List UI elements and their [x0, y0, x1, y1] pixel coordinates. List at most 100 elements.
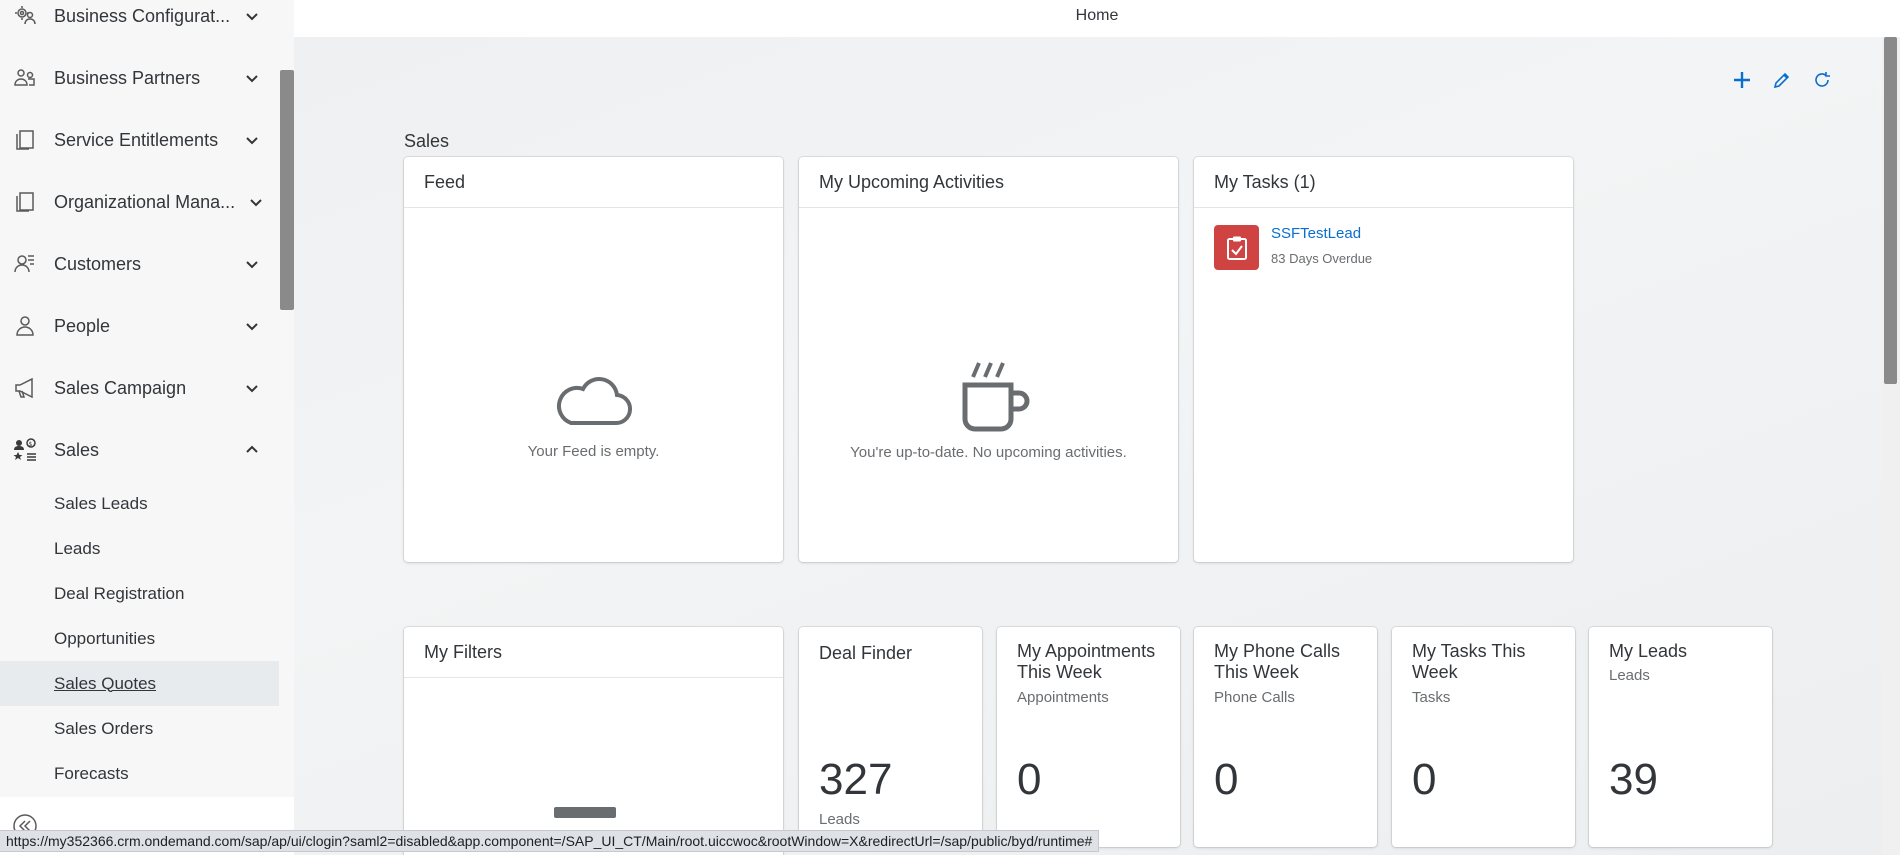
cloud-icon	[557, 377, 633, 426]
sidebar-subitem-sales-quotes[interactable]: Sales Quotes	[0, 661, 279, 706]
card-title: Feed	[424, 172, 466, 192]
card-header: Feed	[404, 157, 783, 208]
add-button[interactable]	[1727, 65, 1757, 95]
gear-people-icon	[12, 3, 38, 29]
sidebar-item-service-entitlements[interactable]: Service Entitlements	[0, 109, 279, 171]
sidebar-item-business-configuration[interactable]: Business Configurat...	[0, 0, 279, 47]
sidebar-nav: Business Configurat... Business Partners…	[0, 0, 279, 797]
edit-button[interactable]	[1767, 65, 1797, 95]
sidebar-subitem-sales-leads[interactable]: Sales Leads	[0, 481, 279, 526]
tile-number: 39	[1609, 755, 1658, 804]
documents-icon	[12, 189, 38, 215]
chevron-down-icon[interactable]	[243, 317, 261, 335]
sidebar-item-label: Sales	[54, 439, 100, 460]
sidebar-item-organizational-management[interactable]: Organizational Mana...	[0, 171, 279, 233]
tile-title: My Phone Calls This Week	[1214, 641, 1341, 682]
tile-subtitle: Tasks	[1412, 689, 1451, 706]
refresh-icon	[1815, 72, 1830, 87]
sidebar-item-sales[interactable]: $ Sales	[0, 419, 279, 481]
sidebar-subitem-sales-orders[interactable]: Sales Orders	[0, 706, 279, 751]
chevron-up-icon[interactable]	[243, 441, 261, 459]
sidebar-subitem-label: Opportunities	[54, 628, 156, 648]
tile-number: 0	[1214, 755, 1239, 804]
sidebar-item-sales-campaign[interactable]: Sales Campaign	[0, 357, 279, 419]
sidebar-subitem-opportunities[interactable]: Opportunities	[0, 616, 279, 661]
tile-subtitle: Appointments	[1017, 689, 1109, 706]
tile-number: 0	[1412, 755, 1437, 804]
empty-message: Your Feed is empty.	[527, 443, 660, 460]
top-bar: Home	[294, 0, 1900, 37]
sidebar-subitem-leads[interactable]: Leads	[0, 526, 279, 571]
phone-calls-tile[interactable]: My Phone Calls This Week Phone Calls 0	[1194, 627, 1377, 847]
card-header: My Filters	[404, 627, 783, 678]
main-scrollbar-thumb[interactable]	[1884, 37, 1897, 384]
section-title: Sales	[404, 131, 450, 151]
my-tasks-card[interactable]: My Tasks (1) SSFTestLead 83 Days Overdue	[1194, 157, 1573, 562]
my-leads-tile[interactable]: My Leads Leads 39	[1589, 627, 1772, 847]
sidebar-item-label: Sales Campaign	[54, 377, 187, 398]
task-clipboard-icon	[1214, 225, 1259, 270]
card-title: My Filters	[424, 642, 502, 662]
refresh-button[interactable]	[1807, 65, 1837, 95]
tile-number: 0	[1017, 755, 1042, 804]
sidebar-item-label: Customers	[54, 253, 142, 274]
sidebar-subitem-label: Sales Quotes	[54, 673, 157, 693]
feed-card[interactable]: Feed Your Feed is empty.	[404, 157, 783, 562]
deal-finder-tile[interactable]: Deal Finder 327 Leads	[799, 627, 982, 847]
tile-title: Deal Finder	[819, 643, 913, 663]
home-content: Sales Feed Your Feed is empty. My Upcomi…	[294, 37, 1882, 855]
sidebar-item-people[interactable]: People	[0, 295, 279, 357]
filter-icon	[554, 807, 616, 818]
upcoming-activities-card[interactable]: My Upcoming Activities You're up-to-date…	[799, 157, 1178, 562]
sidebar-subitem-label: Sales Orders	[54, 718, 154, 738]
megaphone-icon	[12, 375, 38, 401]
person-icon	[12, 313, 38, 339]
chevron-down-icon[interactable]	[243, 131, 261, 149]
sidebar-subitem-deal-registration[interactable]: Deal Registration	[0, 571, 279, 616]
chevron-down-icon[interactable]	[247, 193, 265, 211]
tile-title: My Tasks This Week	[1412, 641, 1526, 682]
card-header: My Tasks (1)	[1194, 157, 1573, 208]
sidebar-subitem-label: Deal Registration	[54, 583, 185, 603]
appointments-tile[interactable]: My Appointments This Week Appointments 0	[997, 627, 1180, 847]
card-header: My Upcoming Activities	[799, 157, 1178, 208]
task-due-status: 83 Days Overdue	[1271, 251, 1373, 266]
chevron-down-icon[interactable]	[243, 379, 261, 397]
sidebar-item-business-partners[interactable]: Business Partners	[0, 47, 279, 109]
sidebar-item-label: Business Partners	[54, 67, 201, 88]
sidebar-item-label: People	[54, 315, 111, 336]
status-url: https://my352366.crm.ondemand.com/sap/ap…	[0, 830, 1100, 852]
sidebar-scrollbar-thumb[interactable]	[280, 70, 294, 310]
empty-message: You're up-to-date. No upcoming activitie…	[850, 444, 1127, 461]
sidebar-subitem-label: Leads	[54, 538, 101, 558]
partners-icon	[12, 65, 38, 91]
documents-icon	[12, 127, 38, 153]
my-filters-card[interactable]: My Filters	[404, 627, 783, 855]
tile-title: My Leads	[1609, 641, 1688, 661]
coffee-cup-icon	[962, 362, 1030, 432]
chevron-down-icon[interactable]	[243, 69, 261, 87]
sidebar-item-customers[interactable]: Customers	[0, 233, 279, 295]
customers-icon	[12, 251, 38, 277]
sidebar-subitem-label: Forecasts	[54, 763, 129, 783]
task-link[interactable]: SSFTestLead	[1271, 225, 1361, 242]
sidebar-item-label: Organizational Mana...	[54, 191, 236, 212]
sidebar-subitem-forecasts[interactable]: Forecasts	[0, 751, 279, 796]
tasks-this-week-tile[interactable]: My Tasks This Week Tasks 0	[1392, 627, 1575, 847]
tile-unit: Leads	[819, 811, 860, 828]
sidebar-subitem-label: Sales Leads	[54, 493, 148, 513]
chevron-down-icon[interactable]	[243, 7, 261, 25]
tile-number: 327	[819, 755, 893, 804]
card-title: My Tasks (1)	[1214, 172, 1316, 192]
sales-icon: $	[12, 437, 38, 463]
page-title: Home	[1075, 7, 1119, 24]
plus-icon	[1734, 72, 1750, 88]
svg-text:$: $	[29, 441, 33, 448]
tile-title: My Appointments This Week	[1017, 641, 1156, 682]
sidebar-item-label: Service Entitlements	[54, 129, 219, 150]
sidebar-item-label: Business Configurat...	[54, 5, 231, 26]
chevron-down-icon[interactable]	[243, 255, 261, 273]
pencil-icon	[1773, 72, 1790, 89]
tile-subtitle: Leads	[1609, 667, 1650, 684]
tile-subtitle: Phone Calls	[1214, 689, 1295, 706]
